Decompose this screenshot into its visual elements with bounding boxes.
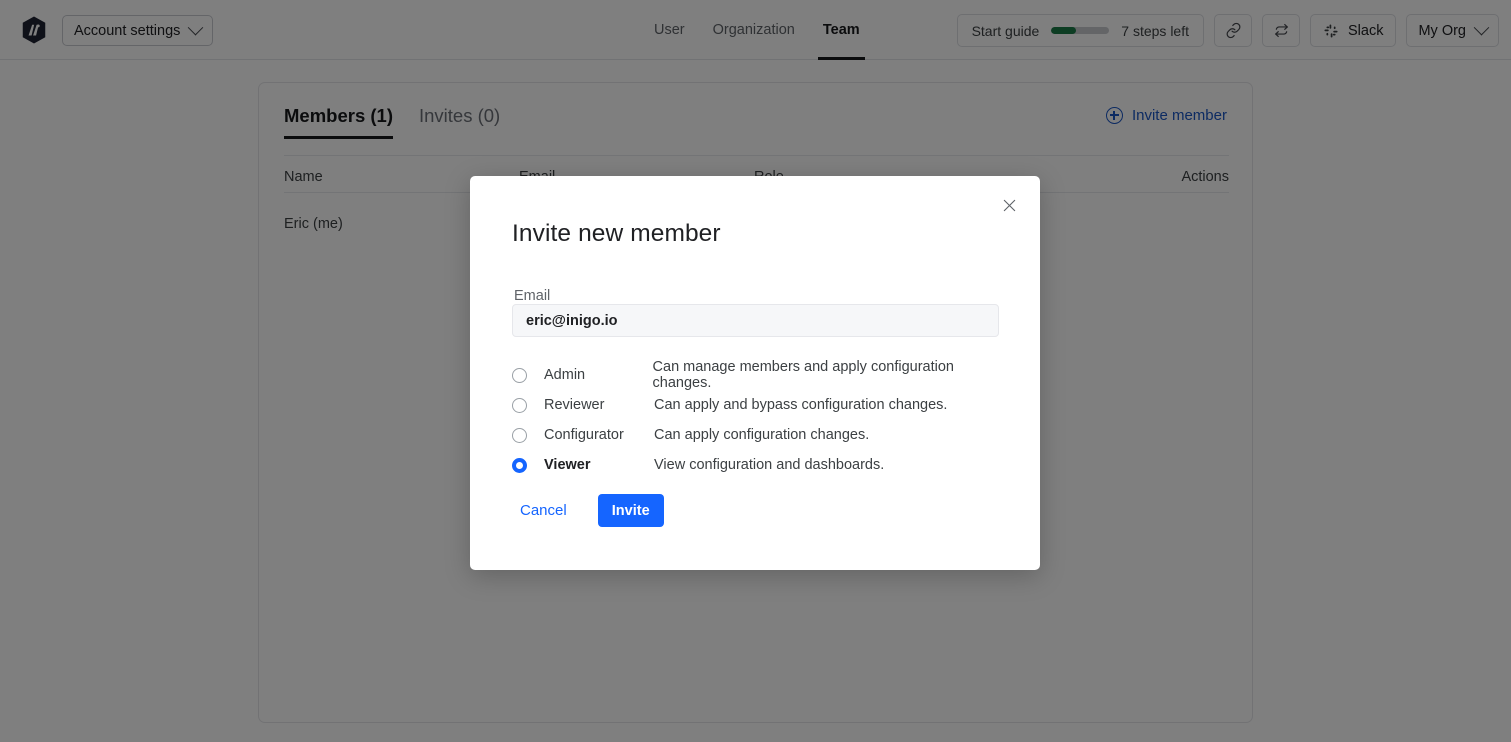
role-name-admin: Admin — [544, 367, 586, 383]
app-root: Account settings User Organization Team … — [0, 0, 1511, 742]
radio-icon[interactable] — [512, 397, 527, 413]
role-description-reviewer: Can apply and bypass configuration chang… — [654, 397, 948, 413]
role-description-viewer: View configuration and dashboards. — [654, 457, 885, 473]
role-description-admin: Can manage members and apply configurati… — [652, 359, 954, 391]
cancel-button[interactable]: Cancel — [512, 496, 575, 525]
invite-button[interactable]: Invite — [597, 494, 664, 527]
email-input[interactable] — [512, 304, 999, 337]
role-name-viewer: Viewer — [544, 457, 591, 473]
invite-member-modal: Invite new member Email Admin Can manage… — [470, 176, 1040, 570]
radio-icon-selected[interactable] — [512, 457, 527, 473]
radio-icon[interactable] — [512, 427, 527, 443]
role-description-configurator: Can apply configuration changes. — [654, 427, 870, 443]
modal-title: Invite new member — [512, 220, 721, 247]
email-field-label: Email — [514, 288, 551, 304]
role-radio-group: Admin Can manage members and apply confi… — [512, 359, 1012, 480]
role-name-configurator: Configurator — [544, 427, 624, 443]
modal-actions: Cancel Invite — [512, 494, 664, 527]
role-option-viewer[interactable]: Viewer View configuration and dashboards… — [512, 450, 1012, 480]
role-option-admin[interactable]: Admin Can manage members and apply confi… — [512, 359, 1012, 391]
close-icon[interactable] — [996, 192, 1022, 218]
role-option-configurator[interactable]: Configurator Can apply configuration cha… — [512, 420, 1012, 450]
role-option-reviewer[interactable]: Reviewer Can apply and bypass configurat… — [512, 390, 1012, 420]
role-name-reviewer: Reviewer — [544, 397, 605, 413]
radio-icon[interactable] — [512, 367, 527, 383]
